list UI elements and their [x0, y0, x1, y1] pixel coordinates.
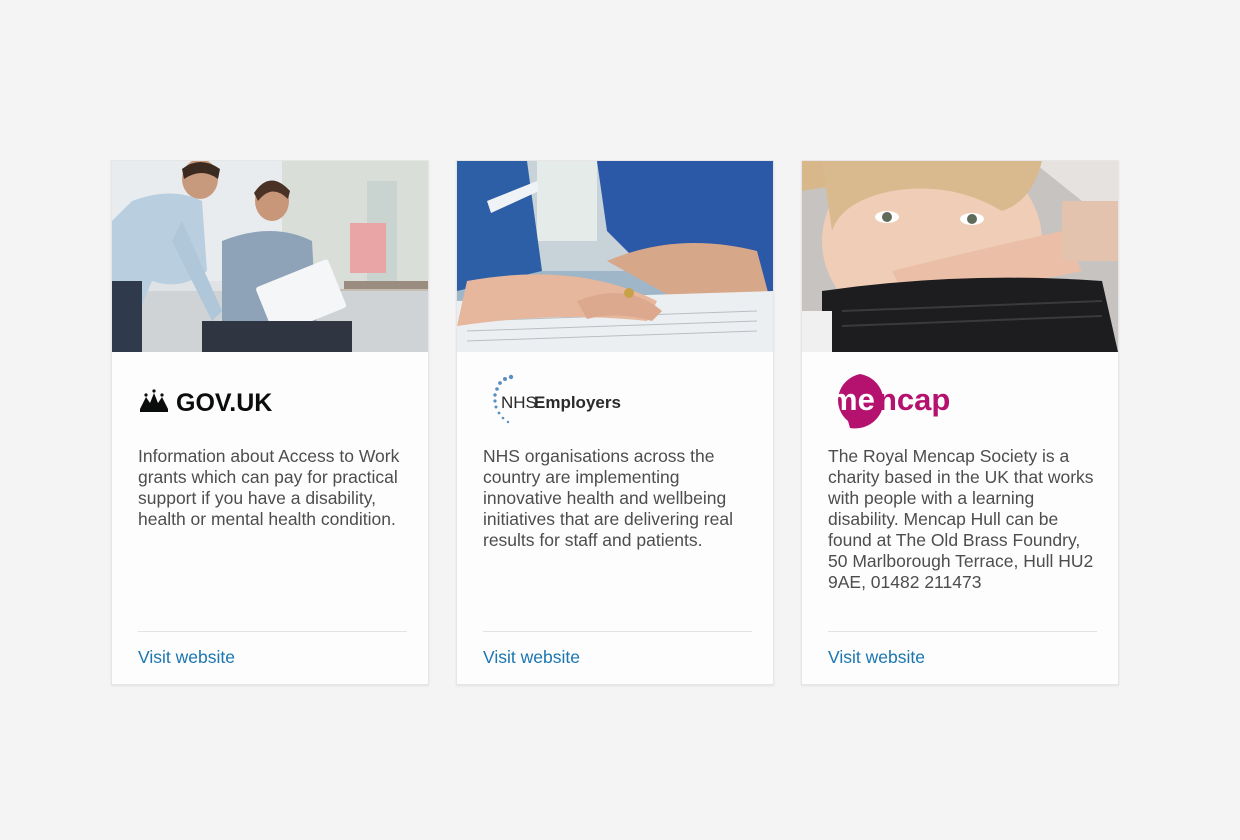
visit-website-link[interactable]: Visit website [828, 647, 925, 668]
card-nhs-employers: NHS Employers NHS organisations across t… [456, 160, 774, 685]
card-description: NHS organisations across the country are… [483, 446, 733, 550]
crown-icon [140, 389, 168, 412]
govuk-logo: GOV.UK [140, 389, 272, 417]
divider [138, 631, 407, 632]
divider [828, 631, 1097, 632]
photo-office-colleagues [112, 161, 428, 352]
photo-hands-paperwork [457, 161, 773, 352]
photo-child-on-wheelchair [802, 161, 1118, 352]
mencap-logo-text-ncap: ncap [878, 382, 950, 417]
visit-website-link[interactable]: Visit website [483, 647, 580, 668]
mencap-logo-text-me: me [830, 382, 875, 417]
card-description: Information about Access to Work grants … [138, 446, 400, 529]
mencap-logo: me ncap [830, 374, 950, 429]
divider [483, 631, 752, 632]
nhs-employers-logo: NHS Employers [493, 374, 621, 424]
employers-logo-text: Employers [534, 393, 621, 412]
card-description: The Royal Mencap Society is a charity ba… [828, 446, 1094, 592]
nhs-logo-text: NHS [501, 393, 537, 412]
govuk-logo-text: GOV.UK [176, 389, 272, 417]
card-govuk: GOV.UK Information about Access to Work … [111, 160, 429, 685]
card-mencap: me ncap The Royal Mencap Society is a ch… [801, 160, 1119, 685]
visit-website-link[interactable]: Visit website [138, 647, 235, 668]
page: GOV.UK Information about Access to Work … [0, 0, 1240, 840]
